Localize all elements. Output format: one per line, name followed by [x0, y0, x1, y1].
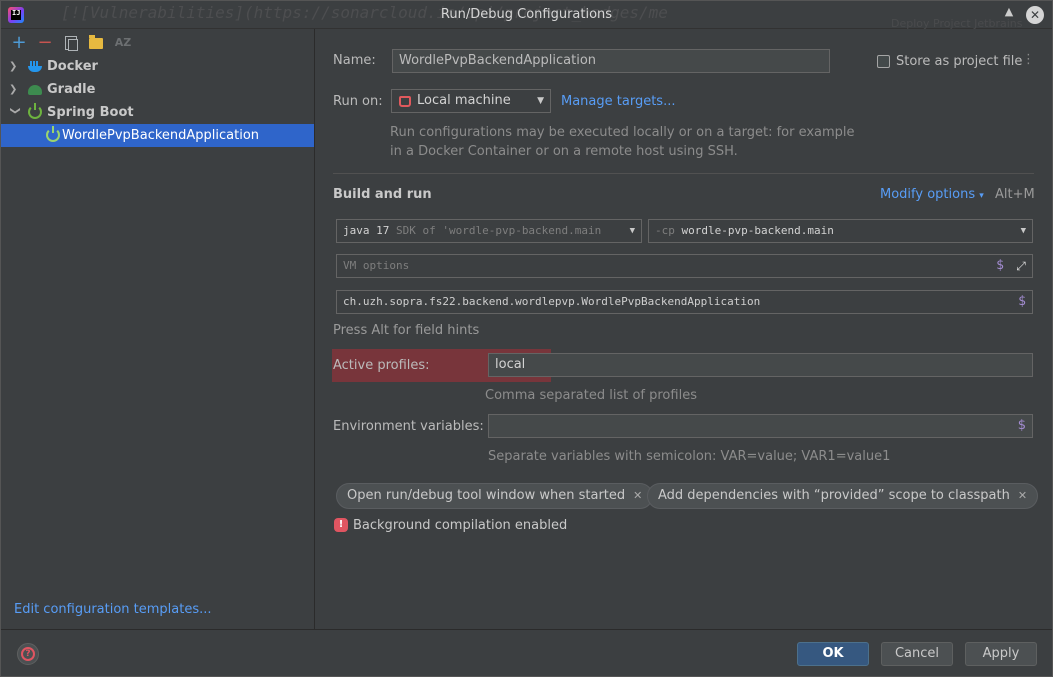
run-debug-dialog: IJ [![Vulnerabilities](https://sonarclou… — [0, 0, 1053, 677]
home-icon — [399, 96, 411, 107]
store-as-project-file-checkbox[interactable] — [877, 55, 890, 68]
chevron-right-icon[interactable]: ❯ — [9, 55, 21, 78]
docker-icon — [27, 59, 43, 75]
add-configuration-icon[interactable]: + — [9, 34, 29, 52]
tree-item-label: Gradle — [47, 82, 96, 97]
active-profiles-label: Active profiles: — [333, 358, 430, 373]
apply-button[interactable]: Apply — [965, 642, 1037, 666]
chevron-right-icon[interactable]: ❯ — [9, 78, 21, 101]
macro-dollar-icon[interactable]: $ — [996, 255, 1004, 277]
active-profiles-value: local — [495, 357, 526, 372]
main-class-input[interactable]: ch.uzh.sopra.fs22.backend.wordlepvp.Word… — [336, 290, 1033, 314]
divider — [333, 173, 1034, 174]
ok-button[interactable]: OK — [797, 642, 869, 666]
remove-chip-icon[interactable]: ✕ — [1018, 489, 1027, 502]
help-button[interactable]: ? — [17, 643, 39, 665]
dropdown-arrow-icon: ▼ — [537, 96, 544, 106]
dropdown-arrow-icon: ▼ — [1020, 226, 1026, 236]
tree-item-spring-boot[interactable]: ❯ Spring Boot — [1, 101, 314, 124]
main-class-value: ch.uzh.sopra.fs22.backend.wordlepvp.Word… — [343, 295, 761, 308]
vm-options-placeholder: VM options — [343, 259, 410, 272]
tree-item-label: WordlePvpBackendApplication — [62, 128, 260, 143]
active-profiles-input[interactable]: local — [488, 353, 1033, 377]
tree-item-wordle-config[interactable]: WordlePvpBackendApplication — [1, 124, 314, 147]
configuration-editor: Name: WordlePvpBackendApplication Store … — [316, 29, 1052, 629]
jdk-value: java 17 — [343, 224, 390, 237]
option-chip-open-tool-window[interactable]: Open run/debug tool window when started ✕ — [336, 483, 654, 509]
close-icon[interactable]: ✕ — [1026, 6, 1044, 24]
classpath-module-select[interactable]: -cp wordle-pvp-backend.main ▼ — [648, 219, 1033, 243]
modify-options-link[interactable]: Modify options ▾ — [880, 187, 984, 202]
modify-options-label: Modify options — [880, 187, 976, 202]
tree-item-gradle[interactable]: ❯ Gradle — [1, 78, 314, 101]
copy-configuration-icon[interactable] — [65, 36, 78, 51]
name-label: Name: — [333, 53, 376, 68]
remove-chip-icon[interactable]: ✕ — [633, 489, 642, 502]
run-on-help-line-1: Run configurations may be executed local… — [390, 125, 855, 140]
environment-variables-input[interactable]: $ — [488, 414, 1033, 438]
dropdown-arrow-icon: ▼ — [625, 220, 635, 242]
remove-configuration-icon[interactable]: − — [35, 34, 55, 52]
sort-alphabetically-icon[interactable]: AZ — [113, 34, 133, 52]
cp-prefix: -cp — [655, 224, 675, 237]
chevron-down-icon: ▾ — [979, 191, 984, 201]
chip-label: Open run/debug tool window when started — [347, 488, 626, 503]
tree-item-docker[interactable]: ❯ Docker — [1, 55, 314, 78]
vm-options-input[interactable]: VM options $ ⤢ — [336, 254, 1033, 278]
name-input[interactable]: WordlePvpBackendApplication — [392, 49, 830, 73]
jdk-select[interactable]: java 17 SDK of 'wordle-pvp-backend.main … — [336, 219, 642, 243]
background-compilation-status: Background compilation enabled — [353, 518, 568, 533]
sidebar-toolbar: + − AZ — [9, 33, 133, 53]
spring-boot-icon — [28, 103, 42, 119]
manage-targets-link[interactable]: Manage targets... — [561, 94, 675, 109]
option-chip-provided-scope[interactable]: Add dependencies with “provided” scope t… — [647, 483, 1039, 509]
active-profiles-hint: Comma separated list of profiles — [485, 388, 697, 403]
run-on-label: Run on: — [333, 94, 383, 109]
expand-icon[interactable]: ⤢ — [1014, 259, 1028, 273]
tree-item-label: Docker — [47, 59, 98, 74]
store-as-project-file-label: Store as project file — [896, 54, 1023, 69]
edit-templates-link[interactable]: Edit configuration templates... — [14, 602, 212, 617]
environment-variables-hint: Separate variables with semicolon: VAR=v… — [488, 449, 891, 464]
configuration-tree: ❯ Docker ❯ Gradle ❯ Spring Boot WordlePv… — [1, 55, 314, 147]
jdk-detail: SDK of 'wordle-pvp-backend.main — [395, 224, 602, 237]
run-on-help-line-2: in a Docker Container or on a remote hos… — [390, 144, 738, 159]
minimize-icon[interactable]: ▲ — [1001, 5, 1017, 23]
cancel-button[interactable]: Cancel — [881, 642, 953, 666]
gradle-icon — [27, 82, 43, 98]
environment-variables-label: Environment variables: — [333, 419, 484, 434]
title-bar: IJ [![Vulnerabilities](https://sonarclou… — [1, 1, 1052, 30]
settings-gear-icon[interactable]: ⋮ — [1022, 52, 1035, 67]
macro-dollar-icon[interactable]: $ — [1018, 415, 1026, 437]
build-and-run-heading: Build and run — [333, 187, 432, 202]
configurations-sidebar: + − AZ ❯ Docker ❯ Gradle ❯ Spring Boot W… — [1, 29, 315, 629]
macro-dollar-icon[interactable]: $ — [1018, 291, 1026, 313]
chevron-down-icon[interactable]: ❯ — [4, 107, 27, 119]
run-on-select[interactable]: Local machine ▼ — [391, 89, 551, 113]
tree-item-label: Spring Boot — [47, 105, 134, 120]
help-icon: ? — [21, 647, 35, 661]
alt-field-hints: Press Alt for field hints — [333, 323, 480, 338]
new-folder-icon[interactable] — [89, 34, 103, 49]
cp-value: wordle-pvp-backend.main — [681, 224, 834, 237]
spring-boot-app-icon — [46, 126, 60, 142]
chip-label: Add dependencies with “provided” scope t… — [658, 488, 1010, 503]
modify-options-shortcut: Alt+M — [995, 187, 1035, 202]
dialog-footer: ? OK Cancel Apply — [1, 629, 1052, 676]
window-title: Run/Debug Configurations — [440, 7, 613, 22]
error-icon: ! — [334, 518, 348, 532]
run-on-value: Local machine — [417, 93, 511, 108]
